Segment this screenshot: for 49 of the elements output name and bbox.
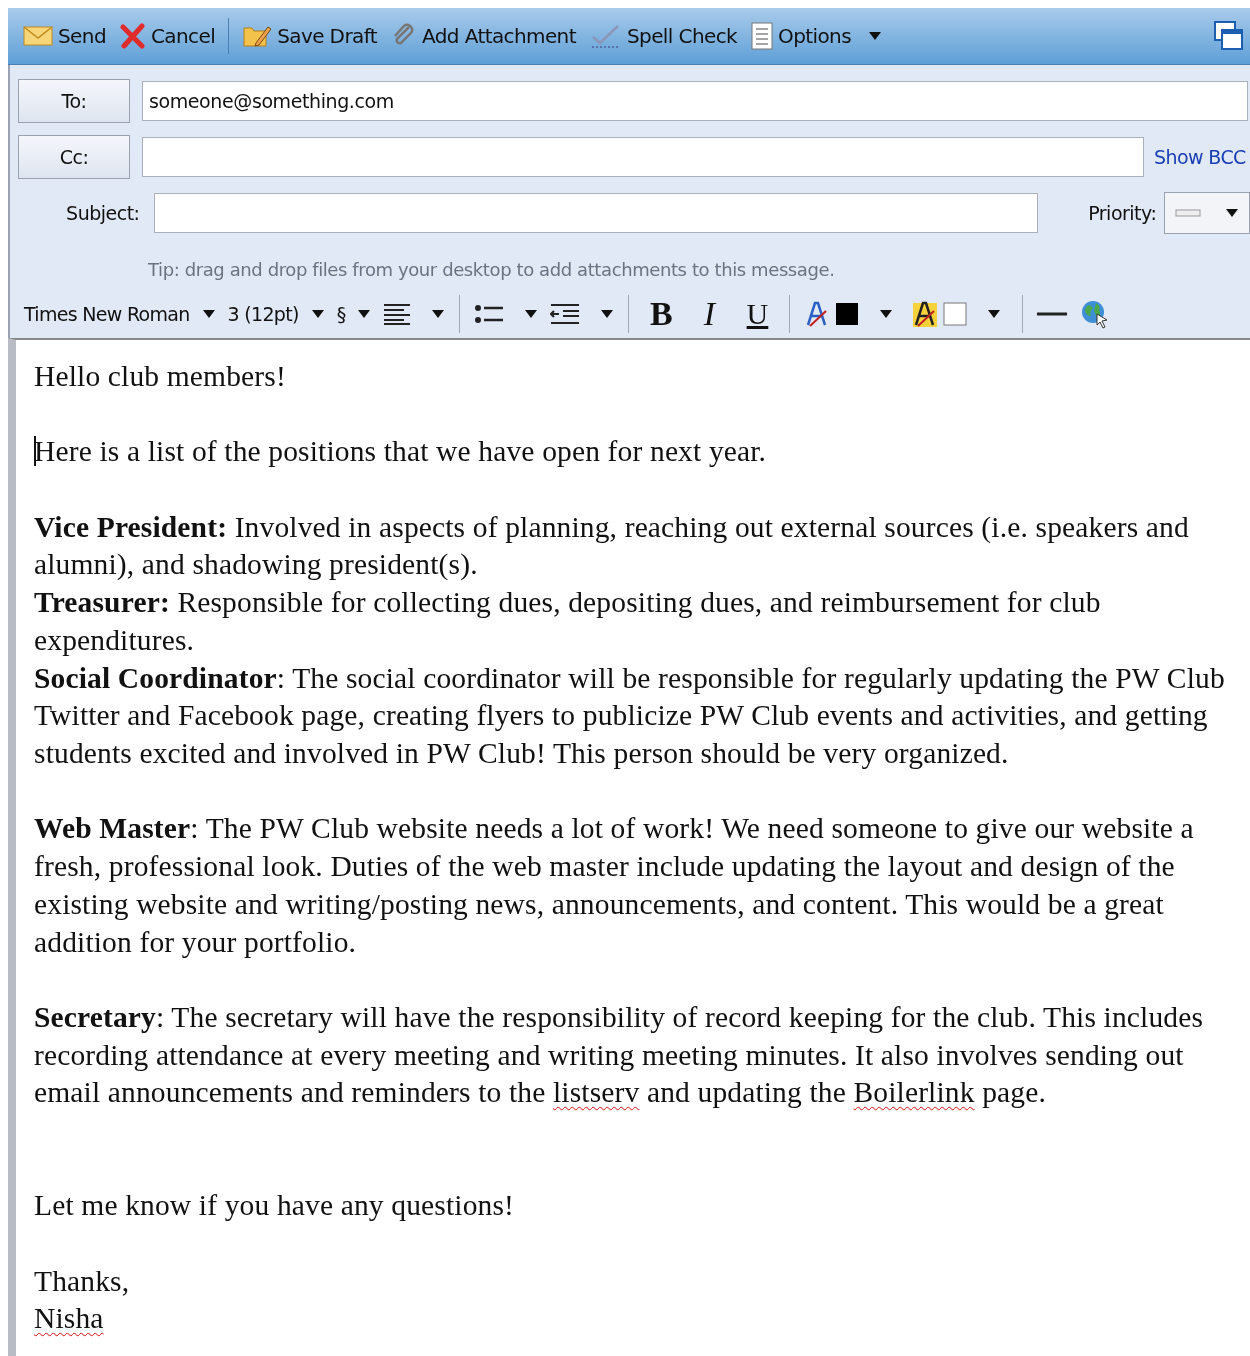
body-paragraph: Web Master: The PW Club website needs a lot of work! We need someone to give our website a fresh, professional look. Duties of the web master include updating the layout and design of the existing website and writing/posting news, announcements, and content. This would be a great addition for your portfolio. bbox=[34, 811, 1195, 960]
caret-icon bbox=[201, 309, 216, 319]
spell-button[interactable]: Spell Check bbox=[582, 16, 745, 56]
cancel-button[interactable]: Cancel bbox=[113, 16, 223, 56]
body-paragraph: Hello club members! bbox=[34, 359, 287, 394]
horizontal-line-icon bbox=[1037, 312, 1068, 316]
caret-icon bbox=[868, 31, 882, 41]
body-paragraph: Thanks, bbox=[34, 1263, 131, 1299]
caret-icon bbox=[357, 309, 372, 319]
caret-icon bbox=[1225, 208, 1240, 218]
restore-window-icon[interactable] bbox=[1214, 21, 1244, 51]
caret-icon bbox=[600, 309, 615, 319]
body-paragraph: Let me know if you have any questions! bbox=[34, 1188, 516, 1224]
show-bcc-link[interactable]: Show BCC bbox=[1154, 146, 1246, 168]
font-dropdown[interactable]: Times New Roman bbox=[18, 294, 222, 334]
caret-icon bbox=[431, 309, 446, 319]
tip-text: Tip: drag and drop files from your desktop to add attachments to this message. bbox=[147, 258, 836, 282]
subject-label: Subject: bbox=[65, 202, 140, 224]
to-button[interactable]: To: bbox=[18, 79, 130, 123]
align-left-icon bbox=[383, 303, 412, 325]
body-paragraph: Social Coordinator: The social coordinator will be responsible for regularly updating the PW Club Twitter and Facebook page, creating flyers to publicize PW Club events and activities, and getting students excited and involved in PW Club! This person should be very organized. bbox=[34, 660, 1226, 771]
body-paragraph: Nisha bbox=[34, 1301, 105, 1337]
body-paragraph: Treasurer: Responsible for collecting dues, depositing dues, and reimbursement for club expenditures. bbox=[34, 585, 1102, 658]
draft-button[interactable]: Save Draft bbox=[235, 16, 384, 56]
underline-button[interactable]: U bbox=[733, 294, 782, 334]
close-icon bbox=[120, 23, 146, 49]
subject-field[interactable] bbox=[153, 193, 1039, 233]
body-paragraph: Vice President: Involved in aspects of planning, reaching out external sources (i.e. speakers and alumni), and shadowing president(s). bbox=[34, 509, 1190, 583]
caret-icon bbox=[310, 309, 325, 319]
priority-level-icon bbox=[1175, 209, 1202, 217]
cc-button[interactable]: Cc: bbox=[18, 135, 130, 179]
body-paragraph: Secretary: The secretary will have the responsibility of record keeping for the club. This includes recording attendance at every meeting and writing meeting minutes. It also involves sending out email announcements and reminders to the listserv and updating the Boilerlink page. bbox=[34, 999, 1205, 1111]
italic-button[interactable]: I bbox=[685, 294, 734, 334]
caret-icon bbox=[524, 309, 539, 319]
bullet-list-icon bbox=[474, 302, 505, 326]
send-button[interactable]: Send bbox=[16, 16, 113, 56]
to-field[interactable]: someone@something.com bbox=[142, 81, 1248, 121]
bold-button[interactable]: B bbox=[637, 294, 686, 334]
cc-field[interactable] bbox=[142, 137, 1144, 177]
options-button[interactable]: Options bbox=[744, 16, 889, 56]
message-body[interactable] bbox=[8, 338, 1250, 1356]
paragraph-dropdown[interactable]: § bbox=[330, 294, 378, 334]
indent-icon bbox=[550, 303, 581, 325]
size-dropdown[interactable]: 3 (12pt) bbox=[221, 294, 331, 334]
envelope-icon bbox=[23, 25, 53, 47]
body-paragraph: Here is a list of the positions that we have open for next year. bbox=[34, 434, 768, 470]
document-icon bbox=[751, 22, 774, 50]
attach-button[interactable]: Add Attachment bbox=[384, 16, 583, 56]
priority-label: Priority: bbox=[1088, 202, 1157, 224]
